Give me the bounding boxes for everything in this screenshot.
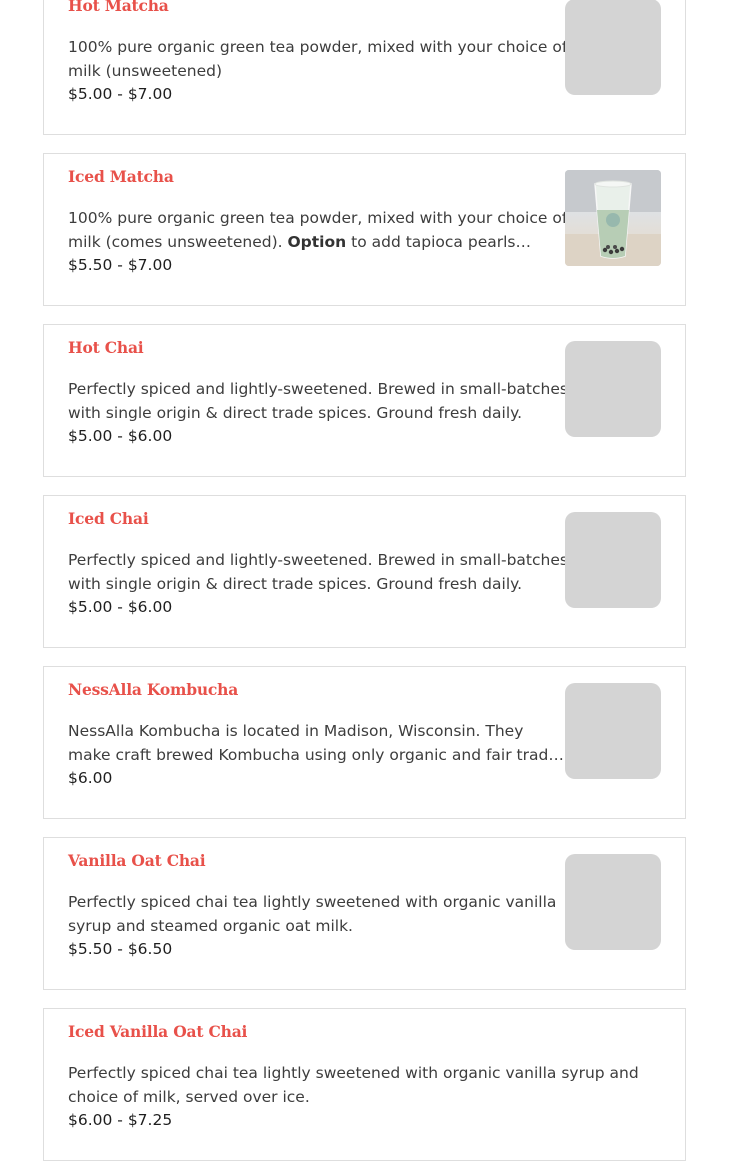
menu-item-name: Hot Chai (68, 338, 144, 357)
menu-item-name: Hot Matcha (68, 0, 169, 15)
menu-item-card[interactable]: Iced Matcha 100% pure organic green tea … (43, 153, 686, 306)
menu-item-price: $5.00 - $6.00 (68, 427, 173, 445)
menu-item-list: Hot Matcha 100% pure organic green tea p… (0, 0, 730, 1161)
menu-item-description: 100% pure organic green tea powder, mixe… (68, 38, 568, 80)
menu-item-photo (565, 170, 661, 266)
menu-item-thumbnail-placeholder (565, 683, 661, 779)
menu-item-description: Perfectly spiced and lightly-sweetened. … (68, 551, 568, 593)
menu-item-description: 100% pure organic green tea powder, mixe… (68, 206, 568, 254)
menu-item-price: $5.00 - $6.00 (68, 598, 173, 616)
menu-item-price: $5.00 - $7.00 (68, 85, 173, 103)
menu-item-description: Perfectly spiced chai tea lightly sweete… (68, 1064, 639, 1106)
menu-item-price: $5.50 - $7.00 (68, 256, 173, 274)
menu-item-price: $5.50 - $6.50 (68, 940, 173, 958)
menu-item-card[interactable]: Vanilla Oat Chai Perfectly spiced chai t… (43, 837, 686, 990)
menu-item-description: Perfectly spiced chai tea lightly sweete… (68, 893, 557, 935)
menu-item-card[interactable]: Hot Chai Perfectly spiced and lightly-sw… (43, 324, 686, 477)
menu-item-thumbnail-placeholder (565, 0, 661, 95)
menu-item-name: NessAlla Kombucha (68, 680, 239, 699)
menu-item-description: Perfectly spiced and lightly-sweetened. … (68, 380, 568, 422)
iced-matcha-drink-image (565, 170, 661, 266)
menu-item-thumbnail-placeholder (565, 512, 661, 608)
menu-item-name: Iced Vanilla Oat Chai (68, 1022, 248, 1041)
menu-item-name: Iced Matcha (68, 167, 174, 186)
menu-item-description: NessAlla Kombucha is located in Madison,… (68, 722, 558, 764)
description-option-keyword: Option (287, 233, 347, 251)
menu-item-name: Iced Chai (68, 509, 149, 528)
menu-item-card[interactable]: Hot Matcha 100% pure organic green tea p… (43, 0, 686, 135)
menu-item-card[interactable]: Iced Vanilla Oat Chai Perfectly spiced c… (43, 1008, 686, 1161)
menu-item-price: $6.00 (68, 769, 113, 787)
menu-item-price: $6.00 - $7.25 (68, 1111, 173, 1129)
menu-item-name: Vanilla Oat Chai (68, 851, 206, 870)
menu-item-thumbnail-placeholder (565, 341, 661, 437)
menu-item-card[interactable]: Iced Chai Perfectly spiced and lightly-s… (43, 495, 686, 648)
menu-item-thumbnail-placeholder (565, 854, 661, 950)
menu-item-card[interactable]: NessAlla Kombucha NessAlla Kombucha is l… (43, 666, 686, 819)
